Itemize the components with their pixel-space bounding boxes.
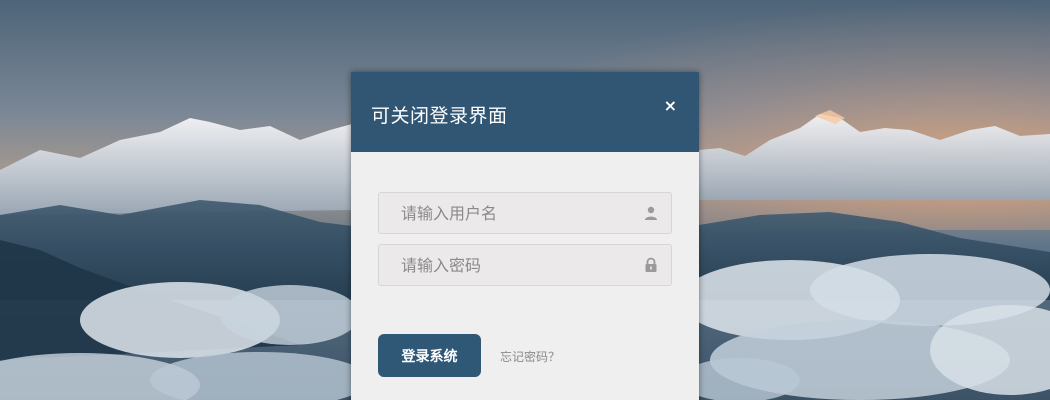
login-button[interactable]: 登录系统: [378, 334, 481, 377]
forgot-password-link[interactable]: 忘记密码？: [500, 348, 560, 365]
login-dialog: 可关闭登录界面 × 登录系统 忘记密码？: [351, 72, 699, 400]
close-button[interactable]: ×: [664, 98, 677, 114]
login-page: 可关闭登录界面 × 登录系统 忘记密码？: [0, 0, 1050, 400]
username-field-wrapper: [378, 192, 672, 234]
password-input[interactable]: [379, 245, 671, 285]
close-icon: ×: [663, 96, 677, 115]
dialog-title: 可关闭登录界面: [371, 105, 508, 127]
user-icon: [645, 206, 657, 220]
username-input[interactable]: [379, 193, 671, 233]
lock-icon: [645, 257, 657, 272]
password-field-wrapper: [378, 244, 672, 286]
dialog-header: 可关闭登录界面 ×: [351, 72, 699, 152]
